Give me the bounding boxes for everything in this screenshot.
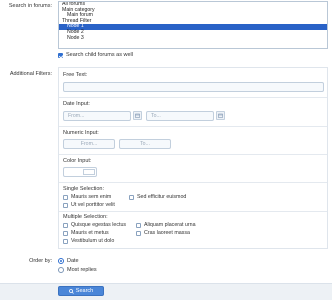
multi-option-1[interactable]: Quisque egestas lectus: [63, 222, 126, 228]
numeric-from-input[interactable]: From...: [63, 139, 115, 149]
divider: [59, 211, 327, 212]
multi-option-label: Quisque egestas lectus: [71, 222, 127, 228]
single-option-2[interactable]: Sed efficitur euismod: [129, 194, 186, 200]
single-option-1[interactable]: Mauris sem enim: [63, 194, 111, 200]
single-option-label: Ut vel porttitor velit: [71, 202, 115, 208]
calendar-icon[interactable]: [133, 111, 142, 120]
checkbox[interactable]: [63, 222, 68, 228]
calendar-icon[interactable]: [216, 111, 225, 120]
order-option-label: Most replies: [67, 267, 97, 273]
numeric-input-label: Numeric Input:: [63, 130, 99, 136]
forum-select-list[interactable]: All forums Main category Main forum Thre…: [58, 1, 328, 49]
single-selection-label: Single Selection:: [63, 186, 104, 192]
child-forums-label: Search child forums as well: [66, 52, 133, 58]
radio-button[interactable]: [58, 267, 64, 273]
search-button-label: Search: [75, 288, 94, 294]
divider: [59, 97, 327, 98]
date-to-input[interactable]: To...: [146, 111, 214, 121]
date-from-input[interactable]: From...: [63, 111, 131, 121]
multi-option-2[interactable]: Aliquam placerat urna: [136, 222, 196, 228]
multi-option-label: Mauris et metus: [71, 230, 109, 236]
divider: [59, 154, 327, 155]
form-footer: [0, 283, 332, 300]
radio-button[interactable]: [58, 258, 64, 264]
forum-option-node-3[interactable]: Node 3: [59, 35, 327, 42]
checkbox[interactable]: [136, 222, 141, 228]
free-text-input[interactable]: [63, 82, 324, 92]
checkbox[interactable]: [63, 230, 68, 236]
child-forums-checkbox[interactable]: [58, 52, 63, 58]
multi-option-label: Vestibulum ut dolo: [71, 238, 115, 244]
checkbox[interactable]: [136, 230, 141, 236]
search-in-forums-label: Search in forums:: [8, 3, 52, 9]
additional-filters-panel: Free Text: Date Input: From... To... Num…: [58, 67, 328, 249]
numeric-to-input[interactable]: To...: [119, 139, 171, 149]
order-by-label: Order by:: [29, 258, 52, 264]
order-option-label: Date: [67, 258, 79, 264]
date-input-label: Date Input:: [63, 101, 90, 107]
single-option-3[interactable]: Ut vel porttitor velit: [63, 202, 115, 208]
multi-option-label: Cras laoreet massa: [144, 230, 190, 236]
single-option-label: Sed efficitur euismod: [137, 194, 187, 200]
order-option-most-replies[interactable]: Most replies: [58, 267, 97, 273]
single-option-label: Mauris sem enim: [71, 194, 112, 200]
checkbox[interactable]: [63, 238, 68, 244]
child-forums-checkbox-row[interactable]: Search child forums as well: [58, 52, 133, 58]
divider: [59, 126, 327, 127]
order-option-date[interactable]: Date: [58, 258, 79, 264]
additional-filters-label: Additional Filters:: [9, 71, 52, 77]
checkbox[interactable]: [63, 194, 68, 200]
divider: [59, 182, 327, 183]
multi-option-3[interactable]: Mauris et metus: [63, 230, 109, 236]
color-input-label: Color Input:: [63, 158, 92, 164]
search-button[interactable]: Search: [58, 286, 104, 296]
multi-option-5[interactable]: Vestibulum ut dolo: [63, 238, 114, 244]
free-text-label: Free Text:: [63, 72, 88, 78]
multiple-selection-label: Multiple Selection:: [63, 214, 108, 220]
checkbox[interactable]: [63, 202, 68, 208]
checkbox[interactable]: [129, 194, 134, 200]
search-icon: [68, 288, 74, 294]
multi-option-label: Aliquam placerat urna: [144, 222, 196, 228]
color-swatch[interactable]: [83, 169, 95, 175]
multi-option-4[interactable]: Cras laoreet massa: [136, 230, 190, 236]
